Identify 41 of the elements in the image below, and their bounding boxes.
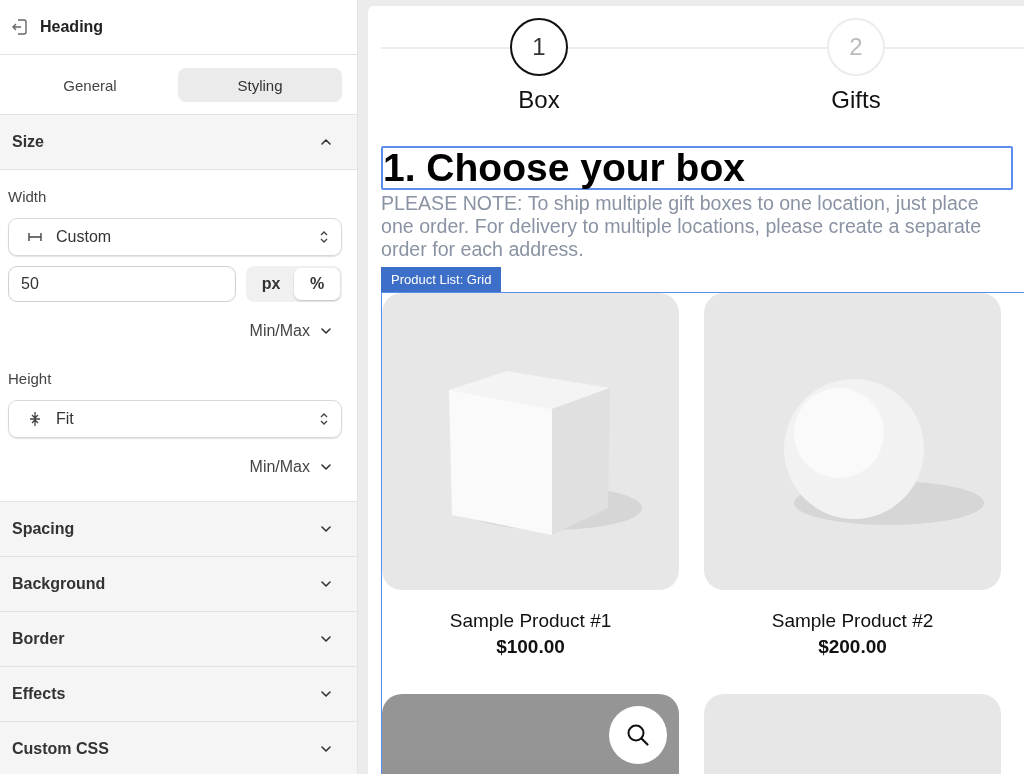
product-name: Sample Product #1 <box>449 610 612 632</box>
selected-heading[interactable]: 1. Choose your box <box>381 146 1013 190</box>
chevron-down-icon <box>320 461 332 473</box>
arrows-inward-icon <box>28 412 42 426</box>
chevron-down-icon <box>320 325 332 337</box>
chevron-down-icon <box>320 633 332 645</box>
search-icon <box>626 723 650 747</box>
step-circle[interactable]: 1 <box>510 18 568 76</box>
chevron-down-icon <box>320 743 332 755</box>
chevron-up-icon <box>320 136 332 148</box>
step-label: Box <box>518 86 560 114</box>
section-header[interactable]: Effects <box>0 667 357 722</box>
product-price: $200.00 <box>818 636 887 658</box>
panel-title: Heading <box>40 18 104 36</box>
select-field[interactable]: Fit <box>8 400 342 438</box>
section-header[interactable]: Size <box>0 115 357 170</box>
section-header[interactable]: Custom CSS <box>0 722 357 774</box>
product-price: $100.00 <box>496 636 565 658</box>
chevron-down-icon <box>320 578 332 590</box>
chevron-down-icon <box>320 688 332 700</box>
horizontal-span-icon <box>28 230 42 244</box>
element-tag: Product List: Grid <box>381 267 502 292</box>
number-input[interactable]: 50 <box>8 266 236 302</box>
exit-icon[interactable] <box>12 18 28 36</box>
unit-option[interactable]: px <box>248 268 294 300</box>
min-max-toggle[interactable]: Min/Max <box>249 322 332 340</box>
section-header[interactable]: Background <box>0 557 357 612</box>
section-header[interactable]: Border <box>0 612 357 667</box>
unit-option[interactable]: % <box>294 268 340 300</box>
select-field[interactable]: Custom <box>8 218 342 256</box>
chevron-down-icon <box>320 523 332 535</box>
field-label: Width <box>8 188 48 205</box>
updown-icon <box>319 411 329 427</box>
product-name: Sample Product #2 <box>771 610 934 632</box>
step-label: Gifts <box>831 86 881 114</box>
note-text: PLEASE NOTE: To ship multiple gift boxes to one location, just place one order. For delivery to multiple locations, please create a separate order for each address. <box>381 192 983 261</box>
min-max-toggle[interactable]: Min/Max <box>249 458 332 476</box>
tab[interactable]: Styling <box>178 68 342 102</box>
section-header[interactable]: Spacing <box>0 502 357 557</box>
updown-icon <box>319 229 329 245</box>
field-label: Height <box>8 370 53 387</box>
